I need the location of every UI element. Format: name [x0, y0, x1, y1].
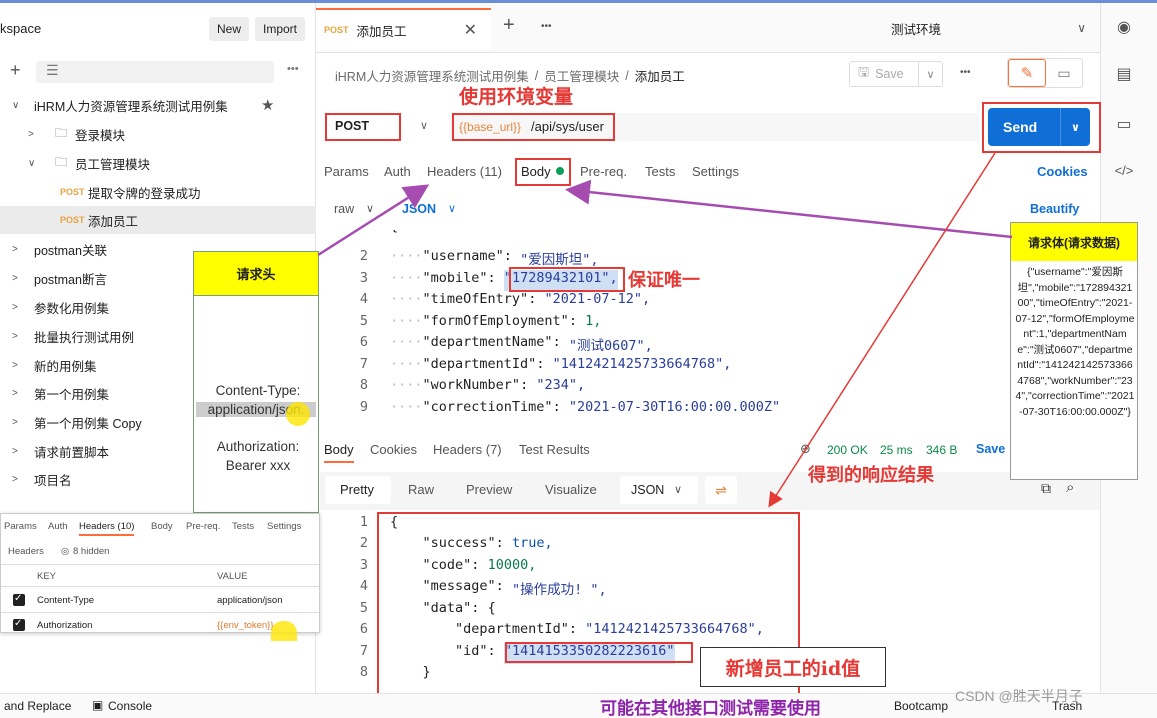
bootcamp-button[interactable]: Bootcamp [894, 699, 948, 713]
console-icon[interactable]: ▣ [92, 698, 103, 712]
find-replace-button[interactable]: and Replace [4, 699, 71, 713]
watermark: CSDN @胜天半月子 [955, 688, 1083, 704]
annotation-bottom: 可能在其他接口测试需要使用 [600, 699, 821, 718]
console-button[interactable]: Console [108, 699, 152, 713]
annotation-arrows [317, 152, 1013, 508]
